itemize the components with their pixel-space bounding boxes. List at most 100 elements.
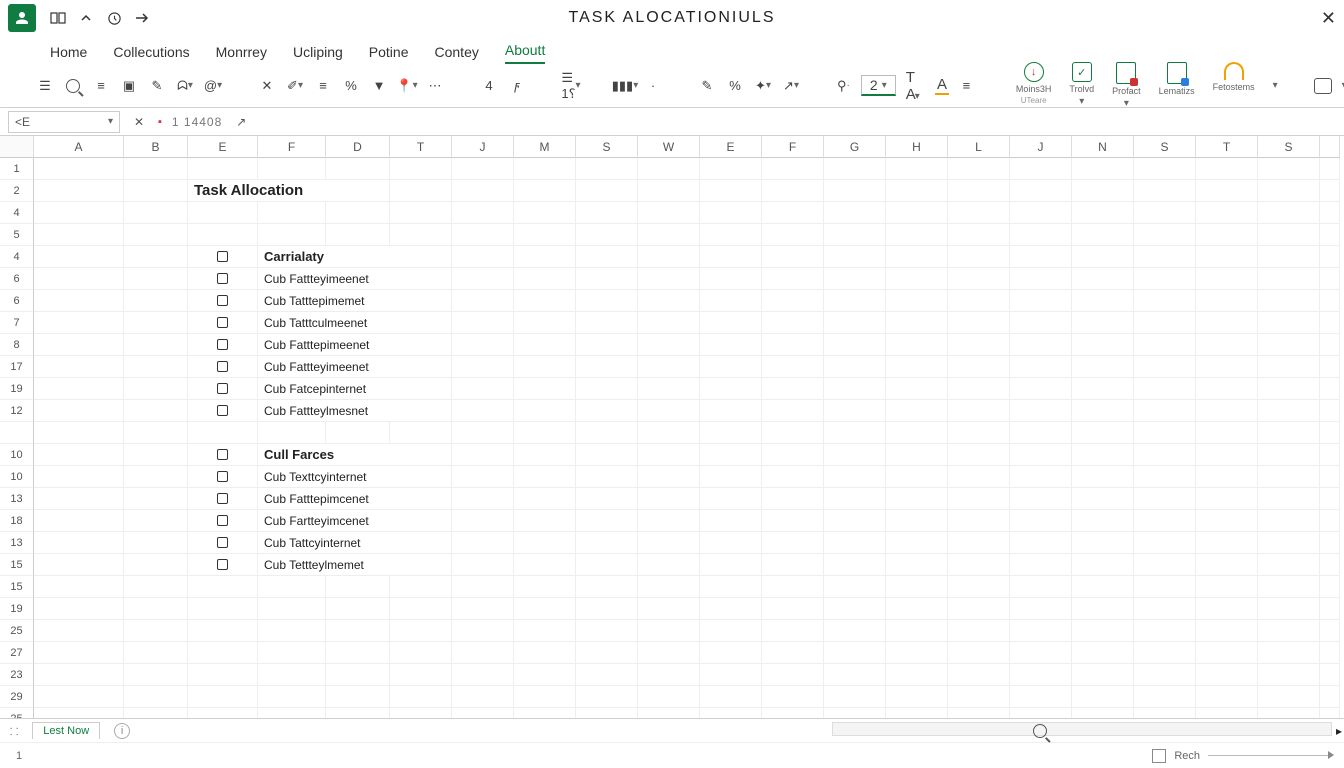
- cell[interactable]: [1258, 664, 1320, 686]
- column-header[interactable]: S: [1258, 136, 1320, 158]
- cell[interactable]: [576, 554, 638, 576]
- cell[interactable]: [390, 180, 452, 202]
- cell[interactable]: [638, 664, 700, 686]
- cell[interactable]: [762, 378, 824, 400]
- cell[interactable]: [34, 686, 124, 708]
- cell[interactable]: [762, 576, 824, 598]
- cell[interactable]: [576, 246, 638, 268]
- cell[interactable]: [638, 510, 700, 532]
- cell[interactable]: [700, 598, 762, 620]
- cell[interactable]: [326, 598, 390, 620]
- cell[interactable]: [1010, 466, 1072, 488]
- align-icon[interactable]: ≡: [314, 77, 332, 95]
- cell[interactable]: [514, 158, 576, 180]
- cell[interactable]: [514, 422, 576, 444]
- cell[interactable]: [700, 224, 762, 246]
- cell[interactable]: [188, 686, 258, 708]
- search-icon[interactable]: [64, 77, 82, 95]
- cell[interactable]: [638, 158, 700, 180]
- cell[interactable]: [34, 334, 124, 356]
- cell[interactable]: [1196, 202, 1258, 224]
- cell[interactable]: [34, 290, 124, 312]
- column-header[interactable]: G: [824, 136, 886, 158]
- cell[interactable]: [514, 576, 576, 598]
- cell[interactable]: [824, 532, 886, 554]
- cell[interactable]: [948, 576, 1010, 598]
- cell[interactable]: [1320, 202, 1340, 224]
- sheet-nav-icon[interactable]: ⸬: [10, 724, 18, 738]
- cell[interactable]: [1134, 620, 1196, 642]
- cell[interactable]: Cub Tettteylmemet: [258, 554, 452, 576]
- cell[interactable]: [886, 488, 948, 510]
- name-box[interactable]: <E ▾: [8, 111, 120, 133]
- cell[interactable]: [1134, 598, 1196, 620]
- cell[interactable]: [1010, 488, 1072, 510]
- cell[interactable]: [258, 576, 326, 598]
- cell[interactable]: [638, 290, 700, 312]
- cell[interactable]: [326, 620, 390, 642]
- cell[interactable]: [188, 598, 258, 620]
- cell[interactable]: [1072, 246, 1134, 268]
- shield-icon[interactable]: ✓: [1072, 62, 1092, 82]
- cell[interactable]: [34, 554, 124, 576]
- cell[interactable]: [762, 708, 824, 718]
- cell[interactable]: [326, 158, 390, 180]
- cell[interactable]: [1134, 664, 1196, 686]
- cell[interactable]: [576, 488, 638, 510]
- cell[interactable]: [1010, 400, 1072, 422]
- cell[interactable]: [124, 598, 188, 620]
- cell[interactable]: Cub Tatttepimemet: [258, 290, 452, 312]
- cell[interactable]: [514, 268, 576, 290]
- column-header[interactable]: W: [638, 136, 700, 158]
- cell[interactable]: [452, 510, 514, 532]
- cell[interactable]: [824, 510, 886, 532]
- cell[interactable]: [188, 334, 258, 356]
- layout-icon[interactable]: [50, 10, 66, 26]
- cell[interactable]: [1196, 620, 1258, 642]
- cell[interactable]: [1072, 664, 1134, 686]
- cell[interactable]: [886, 246, 948, 268]
- ribbon-more-icon[interactable]: ▾: [1273, 80, 1278, 91]
- cell[interactable]: [700, 246, 762, 268]
- cell[interactable]: [824, 224, 886, 246]
- cell[interactable]: [1196, 554, 1258, 576]
- cell[interactable]: [326, 664, 390, 686]
- cell[interactable]: [390, 642, 452, 664]
- cell[interactable]: [1134, 290, 1196, 312]
- cell[interactable]: [824, 378, 886, 400]
- cell[interactable]: [188, 510, 258, 532]
- cell[interactable]: [886, 268, 948, 290]
- cell[interactable]: [948, 180, 1010, 202]
- cell[interactable]: [34, 598, 124, 620]
- cell[interactable]: [188, 466, 258, 488]
- cell[interactable]: [1320, 466, 1340, 488]
- cell[interactable]: [452, 576, 514, 598]
- cell[interactable]: [1134, 708, 1196, 718]
- percent-icon[interactable]: %: [342, 77, 360, 95]
- cell[interactable]: [886, 598, 948, 620]
- zoom-slider[interactable]: [1208, 755, 1328, 756]
- cell[interactable]: [1134, 334, 1196, 356]
- cell[interactable]: [1258, 202, 1320, 224]
- cell[interactable]: [34, 400, 124, 422]
- cell[interactable]: [1072, 554, 1134, 576]
- checkbox[interactable]: [217, 493, 228, 504]
- row-header[interactable]: 19: [0, 598, 34, 620]
- row-header[interactable]: 15: [0, 576, 34, 598]
- key-icon[interactable]: ⚲·: [836, 77, 851, 95]
- cell[interactable]: [34, 620, 124, 642]
- cell[interactable]: [1196, 642, 1258, 664]
- cell[interactable]: [258, 202, 326, 224]
- cell[interactable]: [124, 202, 188, 224]
- cell[interactable]: Cub Fattteylmesnet: [258, 400, 452, 422]
- column-header[interactable]: E: [700, 136, 762, 158]
- row-header[interactable]: 4: [0, 202, 34, 224]
- cell[interactable]: [124, 422, 188, 444]
- runner-icon[interactable]: ↗▾: [782, 77, 800, 95]
- cell[interactable]: [638, 488, 700, 510]
- cell[interactable]: [452, 378, 514, 400]
- cell[interactable]: [124, 488, 188, 510]
- cell[interactable]: [124, 642, 188, 664]
- cell[interactable]: [762, 356, 824, 378]
- cell[interactable]: [1134, 576, 1196, 598]
